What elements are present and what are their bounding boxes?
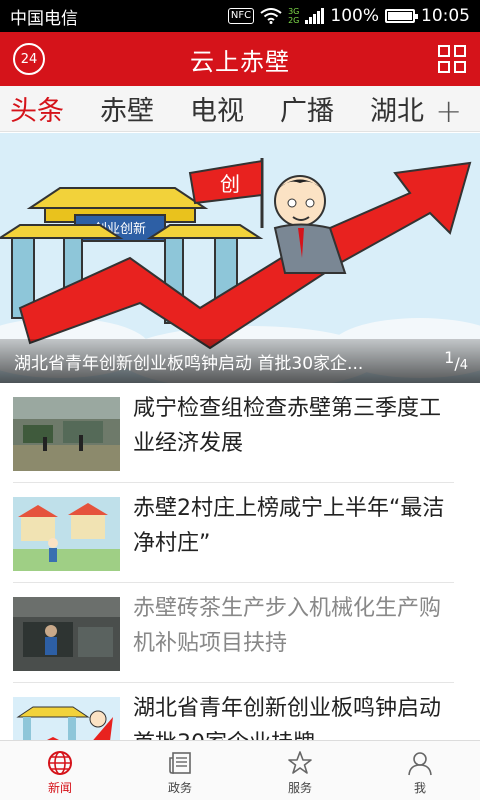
headline-banner[interactable]: 创业创新 创 湖北省青年创新创业板鸣钟启动 首批30家企... 1/4 [0, 133, 480, 383]
tab-radio[interactable]: 广播 [280, 89, 360, 128]
app-header: 24 云上赤壁 [0, 32, 480, 86]
clock: 10:05 [421, 6, 470, 26]
network-top: 3G [288, 7, 300, 16]
newspaper-icon [169, 752, 191, 774]
add-channel-button[interactable]: + [435, 92, 462, 130]
news-item[interactable]: 咸宁检查组检查赤壁第三季度工业经济发展 [13, 383, 454, 483]
nfc-icon: NFC [227, 8, 255, 24]
news-item[interactable]: 赤壁2村庄上榜咸宁上半年“最洁净村庄” [13, 483, 454, 583]
news-thumbnail [13, 497, 120, 571]
news-headline: 赤壁砖茶生产步入机械化生产购机补贴项目扶持 [133, 596, 442, 656]
wifi-icon [260, 8, 282, 24]
banner-caption: 湖北省青年创新创业板鸣钟启动 首批30家企... [14, 353, 364, 374]
nav-service-label: 服务 [287, 781, 312, 795]
pager-current: 1 [444, 348, 455, 367]
news-thumbnail [13, 597, 120, 671]
grid-icon[interactable] [438, 45, 466, 73]
news-item[interactable]: 赤壁砖茶生产步入机械化生产购机补贴项目扶持 [13, 583, 454, 683]
nav-government[interactable]: 政务 [120, 741, 240, 800]
news-headline: 赤壁2村庄上榜咸宁上半年“最洁净村庄” [133, 496, 445, 556]
nav-service[interactable]: 服务 [240, 741, 360, 800]
banner-caption-bar: 湖北省青年创新创业板鸣钟启动 首批30家企... [0, 339, 480, 383]
tab-tv[interactable]: 电视 [190, 89, 270, 128]
flag-label: 创 [220, 172, 240, 196]
news-list: 咸宁检查组检查赤壁第三季度工业经济发展 赤壁2村庄上榜咸宁上半年“最洁净村庄” [0, 383, 480, 741]
nav-government-label: 政务 [167, 781, 192, 795]
person-icon [408, 752, 432, 776]
news-headline: 湖北省青年创新创业板鸣钟启动 首批30家企业挂牌 [133, 696, 442, 741]
nav-news-label: 新闻 [47, 781, 72, 795]
status-bar: 中国电信 NFC 3G 2G 100% 10:05 [0, 0, 480, 32]
tab-chibi[interactable]: 赤壁 [100, 89, 180, 128]
bottom-nav: 新闻 政务 服务 我 [0, 740, 480, 800]
signal-icon [305, 8, 325, 24]
network-bottom: 2G [288, 16, 300, 25]
news-thumbnail [13, 697, 120, 741]
network-type: 3G 2G [288, 7, 299, 25]
news-thumbnail [13, 397, 120, 471]
nav-news[interactable]: 新闻 [0, 741, 120, 800]
status-icons: NFC 3G 2G 100% 10:05 [227, 6, 470, 26]
battery-icon [385, 9, 418, 23]
nav-me-label: 我 [413, 781, 426, 795]
tab-toutiao[interactable]: 头条 [10, 89, 90, 128]
pager-total: 4 [459, 358, 468, 373]
news-item[interactable]: 湖北省青年创新创业板鸣钟启动 首批30家企业挂牌 [13, 683, 454, 741]
banner-pager: 1/4 [444, 348, 468, 373]
channel-tabs: 头条 赤壁 电视 广播 湖北 + [0, 86, 480, 132]
news-headline: 咸宁检查组检查赤壁第三季度工业经济发展 [133, 396, 442, 456]
globe-icon [48, 751, 72, 775]
news-count-badge[interactable]: 24 [13, 43, 45, 75]
app-title: 云上赤壁 [190, 47, 290, 76]
star-icon [288, 751, 312, 774]
nav-me[interactable]: 我 [360, 741, 480, 800]
carrier-name: 中国电信 [10, 8, 78, 29]
battery-percent: 100% [330, 6, 379, 26]
